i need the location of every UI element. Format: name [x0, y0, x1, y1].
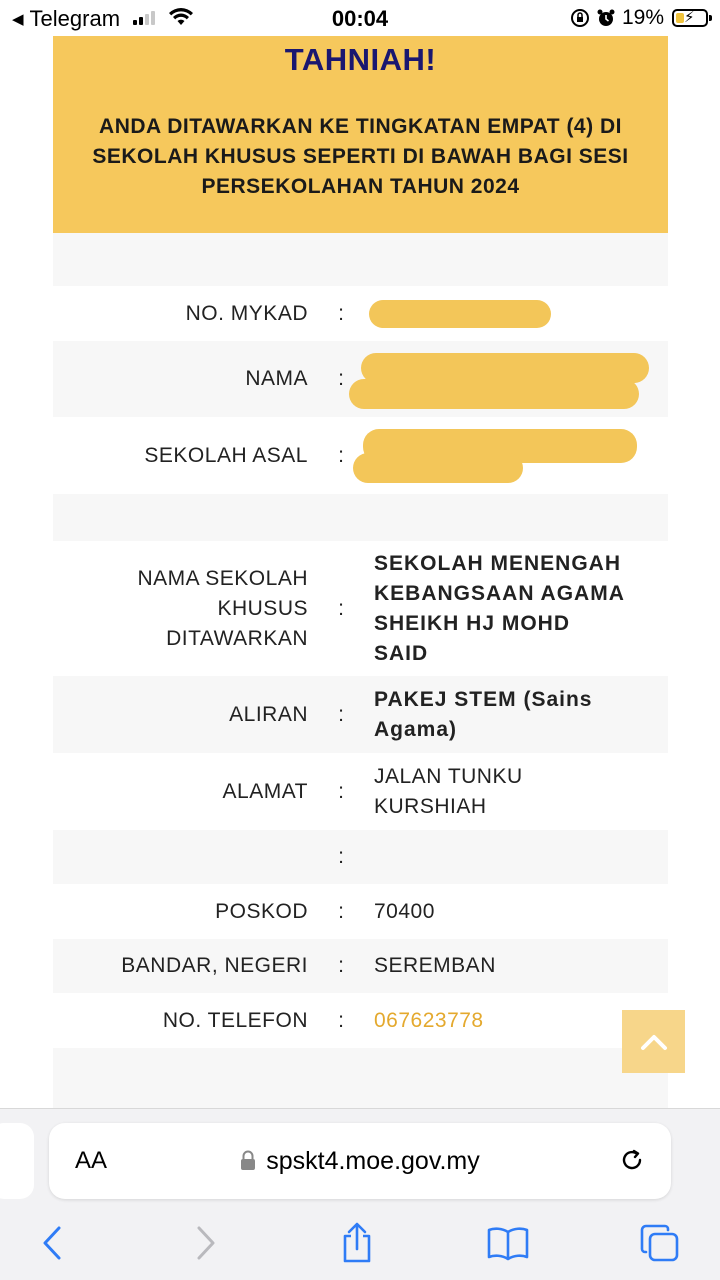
colon: : — [338, 1008, 344, 1032]
bookmarks-icon — [487, 1227, 529, 1261]
browser-toolbar — [0, 1221, 720, 1271]
banner-title: TAHNIAH! — [284, 42, 437, 77]
aliran-label: ALIRAN — [229, 702, 308, 726]
share-button[interactable] — [335, 1221, 379, 1265]
banner-message: ANDA DITAWARKAN KE TINGKATAN EMPAT (4) D… — [92, 115, 629, 198]
bookmarks-button[interactable] — [486, 1221, 530, 1265]
row-bandar-negeri: BANDAR, NEGERI : SEREMBAN — [53, 939, 668, 993]
colon: : — [338, 845, 344, 868]
telefon-link[interactable]: 067623778 — [374, 1006, 664, 1036]
spacer-row — [53, 233, 668, 286]
label-line: NAMA SEKOLAH — [137, 566, 308, 590]
value-line: SEKOLAH MENENGAH — [374, 551, 622, 575]
orientation-lock-icon — [570, 9, 589, 27]
spacer-row — [53, 494, 668, 541]
browser-bottom-bar: AA spskt4.moe.gov.my — [0, 1108, 720, 1280]
spacer-row — [53, 1048, 668, 1108]
colon: : — [338, 779, 344, 803]
scroll-to-top-button[interactable] — [622, 1010, 685, 1073]
poskod-label: POSKOD — [215, 899, 308, 923]
label-line: DITAWARKAN — [166, 626, 308, 650]
alarm-icon — [597, 9, 615, 26]
row-mykad: NO. MYKAD : — [53, 286, 668, 341]
tabs-button[interactable] — [638, 1221, 682, 1265]
tabs-icon — [640, 1224, 679, 1262]
forward-button[interactable] — [184, 1221, 228, 1265]
back-button[interactable] — [30, 1221, 74, 1265]
colon: : — [338, 899, 344, 923]
redaction-mark — [349, 379, 639, 409]
previous-tab-preview[interactable] — [0, 1123, 34, 1199]
url-display[interactable]: spskt4.moe.gov.my — [49, 1147, 671, 1176]
value-line: SAID — [374, 641, 429, 665]
share-icon — [343, 1222, 371, 1263]
congratulations-banner: TAHNIAH! ANDA DITAWARKAN KE TINGKATAN EM… — [53, 36, 668, 233]
alamat-value: JALAN TUNKU KURSHIAH — [374, 762, 664, 822]
colon: : — [338, 954, 344, 977]
row-alamat: ALAMAT : JALAN TUNKU KURSHIAH — [53, 753, 668, 830]
battery-icon: ⚡ — [672, 9, 712, 27]
sekolah-khusus-value: SEKOLAH MENENGAH KEBANGSAAN AGAMA SHEIKH… — [374, 549, 664, 669]
forward-icon — [197, 1226, 215, 1260]
alamat-label: ALAMAT — [222, 779, 308, 803]
row-aliran: ALIRAN : PAKEJ STEM (Sains Agama) — [53, 676, 668, 753]
redaction-mark — [353, 453, 523, 483]
colon: : — [338, 301, 344, 325]
row-sekolah-khusus: NAMA SEKOLAH KHUSUS DITAWARKAN : SEKOLAH… — [53, 541, 668, 676]
status-bar: ◀ Telegram 00:04 19% ⚡ — [0, 0, 720, 36]
value-line: JALAN TUNKU — [374, 764, 523, 788]
row-sekolah-asal: SEKOLAH ASAL : — [53, 417, 668, 494]
sekolah-asal-label: SEKOLAH ASAL — [144, 443, 308, 467]
redaction-mark — [369, 300, 551, 328]
value-line: SHEIKH HJ MOHD — [374, 611, 571, 635]
back-icon — [43, 1226, 61, 1260]
reload-icon[interactable] — [617, 1145, 647, 1175]
bandar-negeri-label: BANDAR, NEGERI — [121, 954, 308, 977]
row-poskod: POSKOD : 70400 — [53, 884, 668, 939]
battery-percent: 19% — [621, 6, 664, 29]
chevron-up-icon — [640, 1034, 667, 1050]
bandar-negeri-value: SEREMBAN — [374, 954, 496, 977]
value-line: PAKEJ STEM (Sains — [374, 687, 593, 711]
nama-label: NAMA — [245, 367, 308, 390]
colon: : — [338, 596, 344, 620]
telefon-label: NO. TELEFON — [162, 1008, 308, 1032]
offer-letter-page: TAHNIAH! ANDA DITAWARKAN KE TINGKATAN EM… — [53, 36, 668, 1108]
lock-icon — [241, 1150, 256, 1170]
row-alamat-2: : — [53, 830, 668, 884]
poskod-value: 70400 — [374, 899, 435, 923]
row-telefon: NO. TELEFON : 067623778 — [53, 993, 668, 1048]
row-nama: NAMA : — [53, 341, 668, 417]
value-line: KURSHIAH — [374, 794, 487, 818]
url-text: spskt4.moe.gov.my — [266, 1147, 480, 1175]
value-line: KEBANGSAAN AGAMA — [374, 581, 625, 605]
mykad-label: NO. MYKAD — [185, 301, 308, 325]
aliran-value: PAKEJ STEM (Sains Agama) — [374, 685, 664, 745]
sekolah-khusus-label: NAMA SEKOLAH KHUSUS DITAWARKAN — [53, 564, 308, 654]
address-bar[interactable]: AA spskt4.moe.gov.my — [49, 1123, 671, 1199]
value-line: Agama) — [374, 717, 458, 741]
colon: : — [338, 702, 344, 726]
label-line: KHUSUS — [217, 596, 308, 620]
